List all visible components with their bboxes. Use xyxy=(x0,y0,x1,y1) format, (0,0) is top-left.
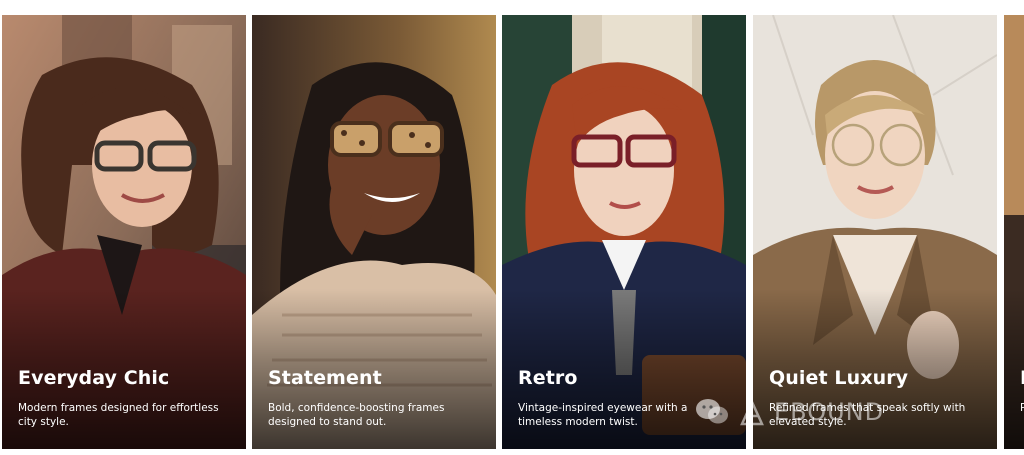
collection-card-quiet-luxury[interactable]: Quiet Luxury Refined frames that speak s… xyxy=(753,15,997,449)
card-description: Bold, confidence-boosting frames designe… xyxy=(268,402,445,428)
collection-carousel: Everyday Chic Modern frames designed for… xyxy=(0,15,1024,449)
card-title: Everyday Chic xyxy=(18,367,170,389)
card-description: Modern frames designed for effortless ci… xyxy=(18,402,219,428)
card-description: P xyxy=(1020,402,1024,414)
card-title: I xyxy=(1020,367,1024,389)
card-title: Quiet Luxury xyxy=(769,367,909,389)
collection-card-statement[interactable]: Statement Bold, confidence-boosting fram… xyxy=(252,15,496,449)
card-title: Statement xyxy=(268,367,382,389)
collection-card-retro[interactable]: Retro Vintage-inspired eyewear with a ti… xyxy=(502,15,746,449)
collection-card-everyday-chic[interactable]: Everyday Chic Modern frames designed for… xyxy=(2,15,246,449)
card-title: Retro xyxy=(518,367,578,389)
card-description: Vintage-inspired eyewear with a timeless… xyxy=(518,402,688,428)
collection-card-partial[interactable]: I P xyxy=(1004,15,1024,449)
card-description: Refined frames that speak softly with el… xyxy=(769,402,966,428)
